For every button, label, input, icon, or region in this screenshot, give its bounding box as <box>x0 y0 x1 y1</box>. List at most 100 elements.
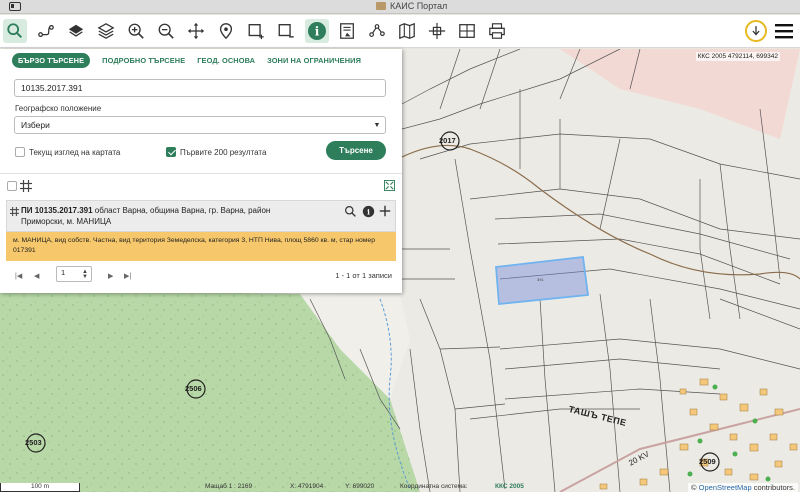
tab-restriction-zones[interactable]: ЗОНИ НА ОГРАНИЧЕНИЯ <box>267 56 361 65</box>
download-button[interactable] <box>745 20 767 42</box>
crosshair-icon <box>428 22 446 40</box>
result-title: ПИ 10135.2017.391 област Варна, община В… <box>21 205 311 227</box>
page-number-value: 1 <box>61 268 66 277</box>
zoom-in-icon <box>128 23 144 39</box>
map-view-button[interactable] <box>395 19 419 43</box>
pager-info: 1 - 1 от 1 записи <box>335 271 392 280</box>
page-number-input[interactable]: 1 ▲ ▼ <box>56 266 92 282</box>
zoom-out-icon <box>158 23 174 39</box>
zoom-in-button[interactable] <box>124 19 148 43</box>
pin-icon <box>219 23 233 40</box>
layers-icon <box>68 24 84 37</box>
tab-quick-search[interactable]: БЪРЗО ТЪРСЕНЕ <box>12 52 91 68</box>
window-titlebar: КАИС Портал <box>0 0 800 14</box>
zoom-scale-readout: Мащаб 1 : 2169 <box>205 483 253 490</box>
select-add-icon <box>248 24 264 40</box>
sidebar-toggle-icon[interactable] <box>9 2 21 11</box>
first-page-icon[interactable]: |◀ <box>15 272 22 280</box>
grid-button[interactable] <box>455 19 479 43</box>
measure-icon <box>369 24 385 37</box>
coordinate-system-value[interactable]: ККС 2005 <box>495 483 524 490</box>
window-title-text: КАИС Портал <box>390 1 448 11</box>
svg-text:i: i <box>315 25 320 39</box>
layers-tool-button[interactable] <box>64 19 88 43</box>
y-coordinate-readout: Y: 699020 <box>345 483 375 490</box>
select-add-button[interactable] <box>244 19 268 43</box>
pan-button[interactable] <box>184 19 208 43</box>
x-coordinate-readout: X: 4791904 <box>290 483 324 490</box>
first-200-label: Първите 200 резултата <box>180 148 267 157</box>
crosshair-button[interactable] <box>425 19 449 43</box>
select-remove-button[interactable] <box>274 19 298 43</box>
pagination: |◀ ◀ 1 ▲ ▼ ▶ ▶| 1 - 1 от 1 записи <box>0 263 402 289</box>
expand-icon[interactable] <box>384 180 395 191</box>
grid-hash-icon <box>10 207 19 216</box>
search-panel: БЪРЗО ТЪРСЕНЕ ПОДРОБНО ТЪРСЕНЕ ГЕОД. ОСН… <box>0 49 402 293</box>
current-view-checkbox[interactable] <box>15 147 25 157</box>
parcel-label-2017: 2017 <box>439 136 456 145</box>
result-header[interactable]: ПИ 10135.2017.391 област Варна, община В… <box>6 200 396 232</box>
layers-stack-tool-button[interactable] <box>94 19 118 43</box>
grid-hash-icon <box>20 180 32 192</box>
tab-detailed-search[interactable]: ПОДРОБНО ТЪРСЕНЕ <box>102 56 185 65</box>
window-title: КАИС Портал <box>376 1 447 11</box>
geo-location-select[interactable]: Избери ▼ <box>14 116 386 134</box>
search-button[interactable]: Търсене <box>326 141 386 160</box>
map-toolbar: i <box>0 15 800 48</box>
grid-icon <box>459 24 475 38</box>
zoom-out-button[interactable] <box>154 19 178 43</box>
select-all-checkbox[interactable] <box>7 181 17 191</box>
document-icon <box>340 23 354 39</box>
route-icon <box>38 24 54 38</box>
selected-parcel-number: 391 <box>537 277 544 282</box>
map-attribution: © OpenStreetMap contributors. <box>688 483 798 492</box>
spinner-icon[interactable]: ▲ ▼ <box>82 269 88 280</box>
first-200-checkbox[interactable] <box>166 147 176 157</box>
last-page-icon[interactable]: ▶| <box>124 272 131 280</box>
info-icon: i <box>308 22 326 40</box>
result-id: ПИ 10135.2017.391 <box>21 206 93 215</box>
chevron-down-icon: ▼ <box>373 121 381 129</box>
search-tool-button[interactable] <box>3 19 27 43</box>
search-tabs: БЪРЗО ТЪРСЕНЕ ПОДРОБНО ТЪРСЕНЕ ГЕОД. ОСН… <box>12 52 361 68</box>
search-input[interactable]: 10135.2017.391 <box>14 79 386 97</box>
panel-divider <box>0 173 402 174</box>
tab-geodetic-base[interactable]: ГЕОД. ОСНОВА <box>197 56 255 65</box>
print-icon <box>489 23 505 39</box>
prev-page-icon[interactable]: ◀ <box>34 272 39 280</box>
info-icon: i <box>362 205 374 217</box>
result-details: м. МАНИЦА, вид собств. Частна, вид терит… <box>6 232 396 261</box>
next-page-icon[interactable]: ▶ <box>108 272 113 280</box>
layers-stack-icon <box>97 23 115 39</box>
hamburger-menu-icon <box>775 24 793 39</box>
add-result-button[interactable] <box>377 203 393 219</box>
coordinate-system-label: Координатна система: <box>400 483 468 490</box>
top-coordinates: ККС 2005 4792114, 699342 <box>695 52 780 61</box>
zoom-to-result-button[interactable] <box>342 203 358 219</box>
pan-arrows-icon <box>187 22 205 40</box>
download-arrow-icon <box>752 26 760 36</box>
route-tool-button[interactable] <box>34 19 58 43</box>
result-info-button[interactable]: i <box>360 203 376 219</box>
marker-button[interactable] <box>214 19 238 43</box>
parcel-label-2503: 2503 <box>25 438 42 447</box>
menu-button[interactable] <box>772 19 796 43</box>
magnifier-icon <box>7 23 23 39</box>
osm-link[interactable]: OpenStreetMap <box>699 483 752 492</box>
parcel-label-2509: 2509 <box>699 457 716 466</box>
attribution-suffix: contributors. <box>753 483 795 492</box>
geo-location-label: Географско положение <box>15 104 102 113</box>
attribution-prefix: © <box>691 483 697 492</box>
info-button[interactable]: i <box>305 19 329 43</box>
current-view-label: Текущ изглед на картата <box>29 148 121 157</box>
svg-text:i: i <box>367 207 370 216</box>
magnifier-icon <box>344 205 356 217</box>
measure-button[interactable] <box>365 19 389 43</box>
portal-logo-icon <box>376 2 386 10</box>
result-details-text: м. МАНИЦА, вид собств. Частна, вид терит… <box>13 237 375 254</box>
print-button[interactable] <box>485 19 509 43</box>
scale-bar: 100 m <box>0 483 80 492</box>
parcel-label-2506: 2506 <box>185 384 202 393</box>
geo-location-value: Избери <box>21 120 50 130</box>
document-button[interactable] <box>335 19 359 43</box>
